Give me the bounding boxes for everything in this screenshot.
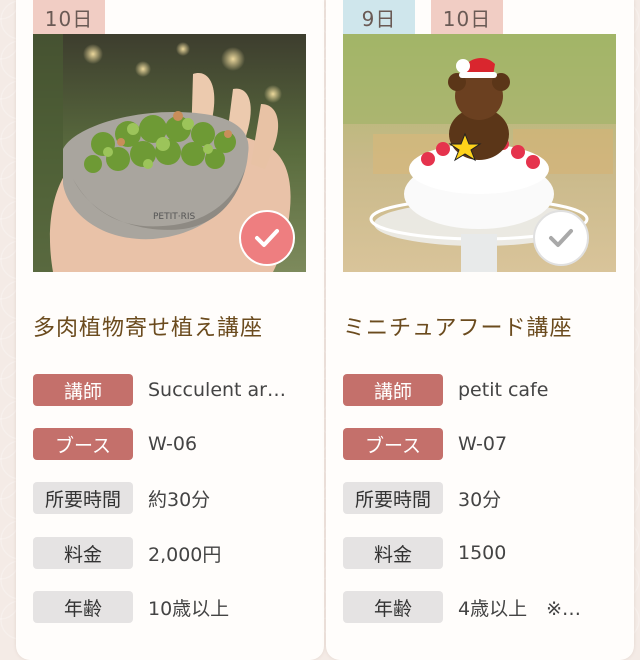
date-tag: 10日 xyxy=(33,0,105,34)
info-label: ブース xyxy=(33,428,133,460)
date-tag: 9日 xyxy=(343,0,415,34)
info-row-instructor: 講師 petit cafe xyxy=(343,373,548,407)
info-label: 年齢 xyxy=(343,591,443,623)
course-card-miniature-food[interactable]: 9日 10日 ミニチュアフード講座 講師 petit cafe ブース W-07… xyxy=(326,0,634,660)
info-row-booth: ブース W-06 xyxy=(33,427,197,461)
info-value: 4歳以上 ※… xyxy=(458,597,582,620)
info-value: W-07 xyxy=(458,433,508,455)
info-value: petit cafe xyxy=(458,379,549,401)
date-tags: 10日 xyxy=(33,0,105,34)
course-photo[interactable] xyxy=(343,34,616,272)
info-label: 所要時間 xyxy=(33,482,133,514)
info-label: 料金 xyxy=(343,537,443,569)
course-card-succulent[interactable]: 10日 PETIT·RIS 多肉植物寄せ植え講座 講師 Succulent ar… xyxy=(16,0,324,660)
info-row-age: 年齢 4歳以上 ※… xyxy=(343,590,581,624)
check-icon xyxy=(549,229,573,247)
info-value: 10歳以上 xyxy=(148,597,230,620)
info-row-booth: ブース W-07 xyxy=(343,427,507,461)
info-value: 30分 xyxy=(458,488,502,511)
info-label: ブース xyxy=(343,428,443,460)
info-value: 2,000円 xyxy=(148,543,222,566)
course-title[interactable]: ミニチュアフード講座 xyxy=(343,310,633,342)
info-row-price: 料金 1500 xyxy=(343,536,506,570)
info-label: 講師 xyxy=(343,374,443,406)
info-label: 年齢 xyxy=(33,591,133,623)
date-tags: 9日 10日 xyxy=(343,0,503,34)
favorite-check-button[interactable] xyxy=(239,210,295,266)
info-row-price: 料金 2,000円 xyxy=(33,536,221,570)
info-label: 料金 xyxy=(33,537,133,569)
info-value: W-06 xyxy=(148,433,198,455)
svg-text:PETIT·RIS: PETIT·RIS xyxy=(153,212,196,222)
info-row-duration: 所要時間 約30分 xyxy=(33,481,210,515)
info-value: Succulent ar… xyxy=(148,379,286,401)
info-label: 講師 xyxy=(33,374,133,406)
info-value: 1500 xyxy=(458,542,507,564)
info-row-instructor: 講師 Succulent ar… xyxy=(33,373,286,407)
info-label: 所要時間 xyxy=(343,482,443,514)
course-photo[interactable]: PETIT·RIS xyxy=(33,34,306,272)
favorite-check-button[interactable] xyxy=(533,210,589,266)
info-row-duration: 所要時間 30分 xyxy=(343,481,501,515)
info-row-age: 年齢 10歳以上 xyxy=(33,590,229,624)
info-value: 約30分 xyxy=(148,488,211,511)
course-title[interactable]: 多肉植物寄せ植え講座 xyxy=(33,310,323,342)
date-tag: 10日 xyxy=(431,0,503,34)
check-icon xyxy=(255,229,279,247)
